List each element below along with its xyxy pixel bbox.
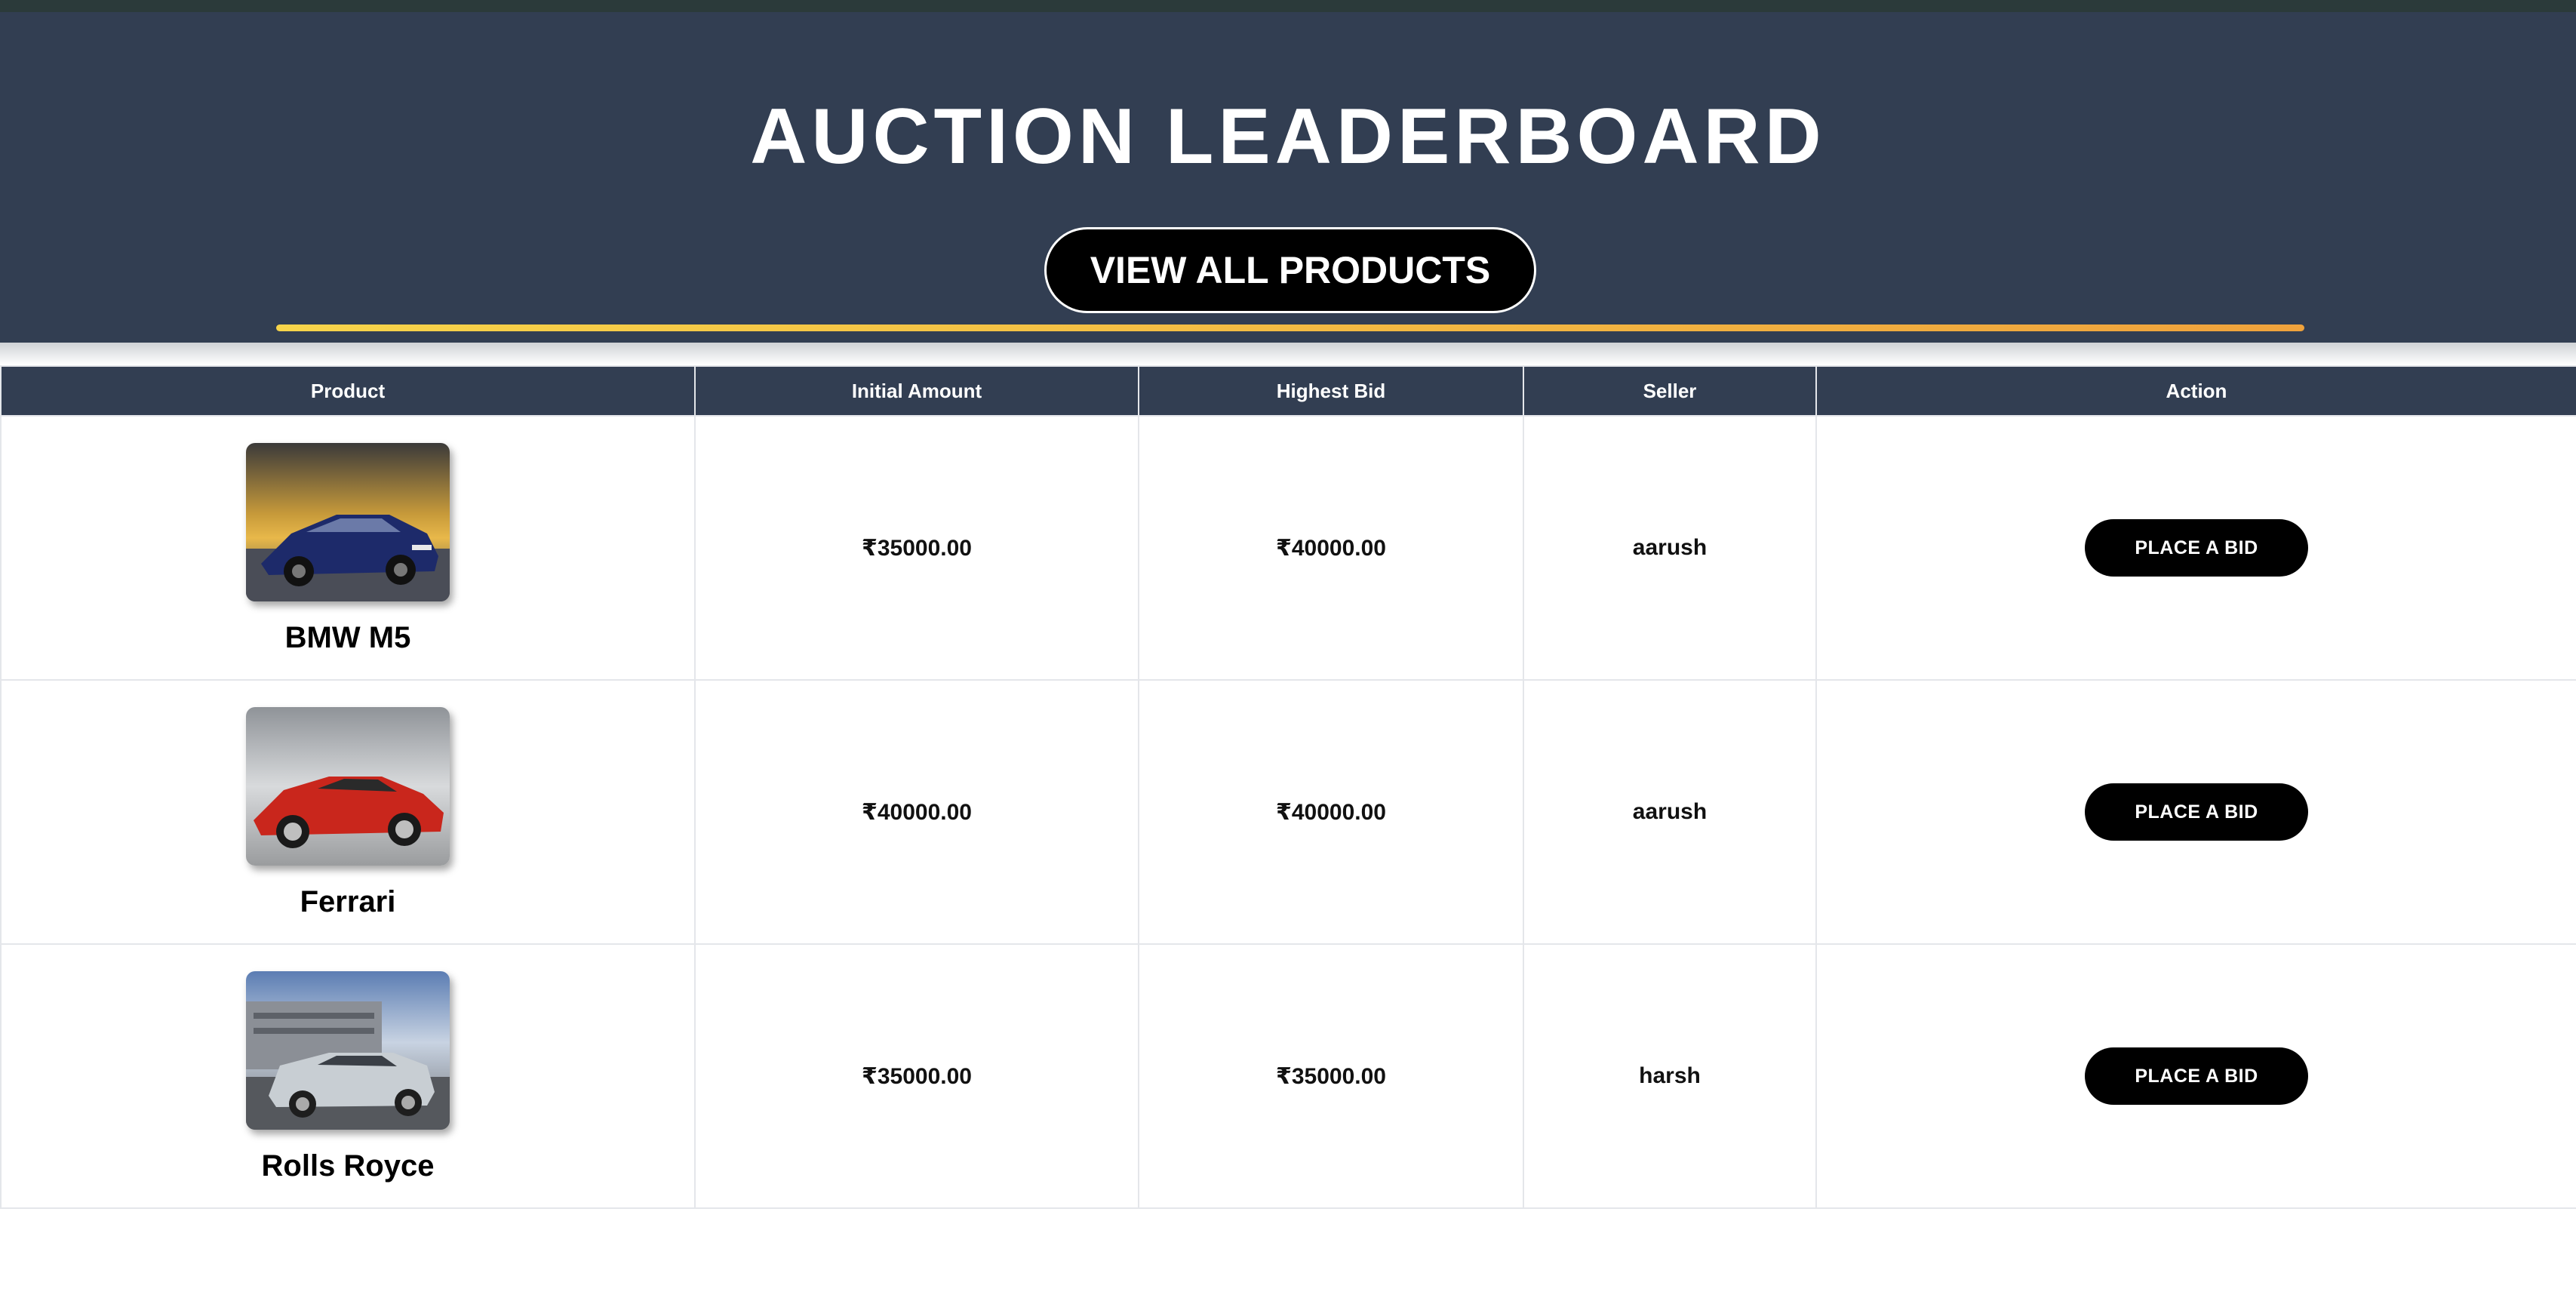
- place-bid-button[interactable]: PLACE A BID: [2085, 1047, 2308, 1105]
- table-row: Rolls Royce ₹35000.00 ₹35000.00 harsh PL…: [0, 943, 2576, 1209]
- initial-amount-cell: ₹35000.00: [694, 943, 1139, 1209]
- initial-amount-cell: ₹35000.00: [694, 415, 1139, 681]
- view-all-products-button[interactable]: VIEW ALL PRODUCTS: [1044, 227, 1536, 313]
- highest-bid-cell: ₹35000.00: [1138, 943, 1524, 1209]
- action-cell: PLACE A BID: [1815, 943, 2576, 1209]
- page-title: AUCTION LEADERBOARD: [750, 93, 1826, 180]
- table-header-row: Product Initial Amount Highest Bid Selle…: [0, 365, 2576, 417]
- header-shadow: [0, 343, 2576, 365]
- product-cell: Ferrari: [0, 679, 696, 945]
- product-cell: Rolls Royce: [0, 943, 696, 1209]
- product-name: BMW M5: [284, 620, 411, 654]
- blue-sedan-image: [246, 442, 450, 601]
- action-cell: PLACE A BID: [1815, 679, 2576, 945]
- highest-bid-cell: ₹40000.00: [1138, 679, 1524, 945]
- silver-luxury-car-image: [246, 970, 450, 1130]
- product-name: Ferrari: [300, 884, 396, 918]
- place-bid-button[interactable]: PLACE A BID: [2085, 783, 2308, 841]
- place-bid-button[interactable]: PLACE A BID: [2085, 519, 2308, 577]
- column-header-initial-amount: Initial Amount: [694, 365, 1139, 417]
- action-cell: PLACE A BID: [1815, 415, 2576, 681]
- leaderboard-table: Product Initial Amount Highest Bid Selle…: [0, 365, 2576, 1209]
- initial-amount-cell: ₹40000.00: [694, 679, 1139, 945]
- column-header-product: Product: [0, 365, 696, 417]
- column-header-seller: Seller: [1523, 365, 1817, 417]
- product-name: Rolls Royce: [261, 1149, 435, 1183]
- table-row: Ferrari ₹40000.00 ₹40000.00 aarush PLACE…: [0, 679, 2576, 945]
- accent-divider: [276, 324, 2304, 331]
- column-header-highest-bid: Highest Bid: [1138, 365, 1524, 417]
- seller-cell: harsh: [1523, 943, 1817, 1209]
- red-sportscar-image: [246, 706, 450, 866]
- top-strip: [0, 0, 2576, 12]
- seller-cell: aarush: [1523, 679, 1817, 945]
- page-header: AUCTION LEADERBOARD VIEW ALL PRODUCTS: [0, 12, 2576, 343]
- table-row: BMW M5 ₹35000.00 ₹40000.00 aarush PLACE …: [0, 415, 2576, 681]
- product-cell: BMW M5: [0, 415, 696, 681]
- seller-cell: aarush: [1523, 415, 1817, 681]
- column-header-action: Action: [1815, 365, 2576, 417]
- highest-bid-cell: ₹40000.00: [1138, 415, 1524, 681]
